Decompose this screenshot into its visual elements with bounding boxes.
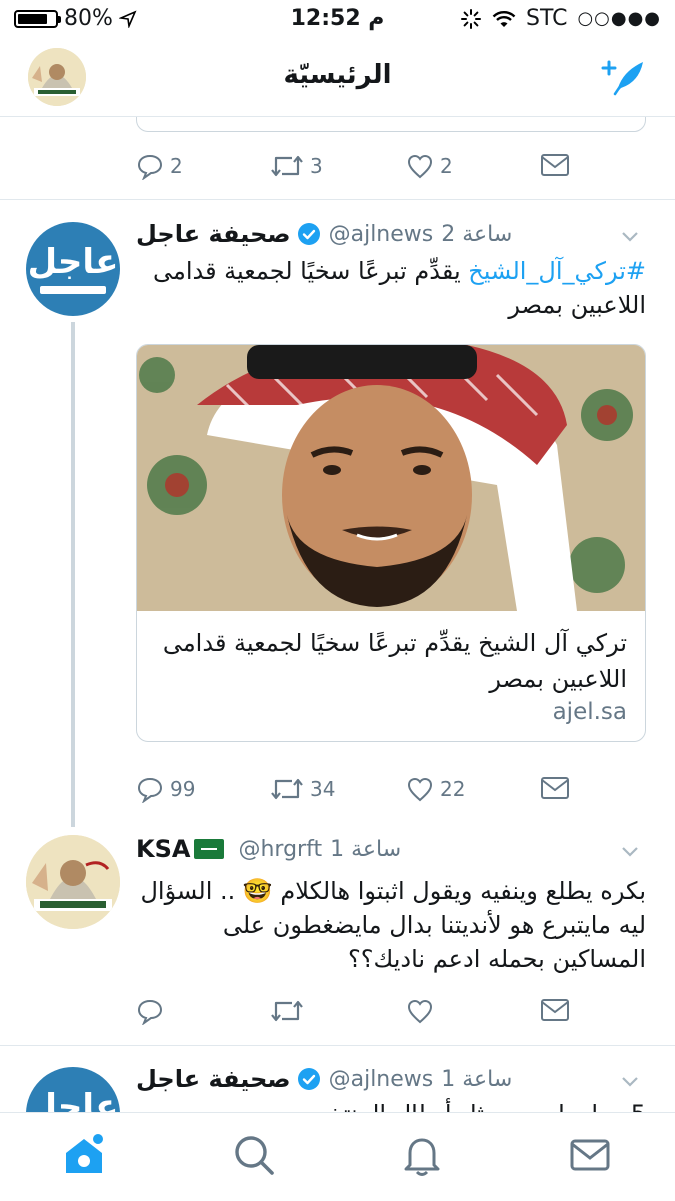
retweet-button[interactable]: 34 bbox=[270, 775, 335, 803]
retweet-button[interactable] bbox=[270, 997, 304, 1025]
display-name[interactable]: KSA bbox=[136, 835, 190, 863]
heart-icon bbox=[407, 999, 433, 1024]
reply-count: 2 bbox=[170, 154, 183, 178]
username[interactable]: @ajlnews bbox=[329, 1067, 434, 1092]
heart-icon bbox=[407, 777, 433, 802]
direct-message-button[interactable] bbox=[540, 997, 570, 1023]
previous-tweet-actions: 2 3 2 bbox=[136, 152, 576, 186]
like-count: 22 bbox=[440, 777, 466, 801]
hashtag-link[interactable]: #تركي_آل_الشيخ bbox=[468, 257, 646, 285]
reply-count: 99 bbox=[170, 777, 196, 801]
username[interactable]: @ajlnews bbox=[329, 222, 434, 247]
thread-line bbox=[71, 322, 75, 827]
notifications-icon[interactable] bbox=[398, 1131, 446, 1179]
card-domain: ajel.sa bbox=[552, 699, 627, 725]
tweet-actions: 99 34 22 bbox=[136, 775, 576, 809]
activity-spinner-icon bbox=[460, 8, 481, 29]
direct-message-button[interactable] bbox=[540, 152, 570, 178]
tweet-text: #تركي_آل_الشيخ يقدِّم تبرعًا سخيًا لجمعي… bbox=[136, 254, 646, 322]
tweet-header: صحيفة عاجل @ajlnews 2 ساعة bbox=[136, 217, 641, 251]
reply-button[interactable]: 2 bbox=[136, 152, 183, 180]
tweet-text: 5 معلومات ... مثل أبطال المنتخب bbox=[136, 1097, 646, 1112]
tweet-time[interactable]: 1 ساعة bbox=[441, 1067, 512, 1092]
ajel-logo-text: عاجل bbox=[27, 1087, 119, 1112]
retweet-icon bbox=[271, 778, 303, 800]
wifi-icon bbox=[492, 10, 516, 27]
reply-button[interactable] bbox=[136, 997, 164, 1025]
card-title: تركي آل الشيخ يقدِّم تبرعًا سخيًا لجمعية… bbox=[162, 629, 627, 693]
page-title: الرئيسيّة bbox=[283, 60, 392, 90]
messages-icon[interactable] bbox=[566, 1131, 614, 1179]
retweet-count: 3 bbox=[310, 154, 323, 178]
saudi-flag-icon bbox=[194, 839, 225, 859]
like-count: 2 bbox=[440, 154, 453, 178]
chevron-down-icon[interactable] bbox=[619, 225, 641, 247]
tweet-time[interactable]: 1 ساعة bbox=[330, 837, 401, 862]
like-button[interactable]: 22 bbox=[406, 775, 465, 803]
retweet-icon bbox=[271, 1000, 303, 1022]
retweet-icon bbox=[271, 155, 303, 177]
king-portrait-image bbox=[26, 835, 120, 929]
previous-tweet-media[interactable] bbox=[136, 117, 646, 132]
home-icon[interactable] bbox=[60, 1131, 108, 1179]
signal-strength: ○○●●● bbox=[577, 8, 661, 29]
ajel-avatar[interactable]: عاجل bbox=[26, 1067, 120, 1112]
ajel-logo-text: عاجل bbox=[27, 242, 119, 282]
retweet-button[interactable]: 3 bbox=[270, 152, 323, 180]
display-name[interactable]: صحيفة عاجل bbox=[136, 1065, 291, 1093]
display-name[interactable]: صحيفة عاجل bbox=[136, 220, 291, 248]
chevron-down-icon[interactable] bbox=[619, 1070, 641, 1092]
reply-icon bbox=[137, 777, 163, 803]
status-bar: 80% 12:52 م STC ○○●●● bbox=[0, 0, 675, 38]
search-icon[interactable] bbox=[230, 1131, 278, 1179]
tweet-header: KSA @hrgrft 1 ساعة bbox=[136, 832, 641, 866]
envelope-icon bbox=[541, 777, 569, 799]
chevron-down-icon[interactable] bbox=[619, 840, 641, 862]
compose-tweet-icon[interactable] bbox=[599, 52, 649, 102]
network-indicators: STC ○○●●● bbox=[460, 6, 661, 31]
direct-message-button[interactable] bbox=[540, 775, 570, 801]
like-button[interactable] bbox=[406, 997, 434, 1025]
carrier-name: STC bbox=[525, 6, 568, 31]
tweet-separator bbox=[0, 1045, 675, 1046]
envelope-icon bbox=[541, 154, 569, 176]
envelope-icon bbox=[541, 999, 569, 1021]
tweet-header: صحيفة عاجل @ajlnews 1 ساعة bbox=[136, 1062, 641, 1096]
heart-icon bbox=[407, 154, 433, 179]
reply-icon bbox=[137, 999, 163, 1025]
ajel-avatar[interactable]: عاجل bbox=[26, 222, 120, 316]
retweet-count: 34 bbox=[310, 777, 336, 801]
link-preview-card[interactable]: تركي آل الشيخ يقدِّم تبرعًا سخيًا لجمعية… bbox=[136, 344, 646, 742]
tweet-text: بكره يطلع وينفيه ويقول اثبتوا هالكلام 🤓 … bbox=[140, 877, 646, 973]
ajel-logo-subtitle-bar bbox=[40, 286, 106, 294]
navigation-bar: الرئيسيّة bbox=[0, 38, 675, 117]
reply-icon bbox=[137, 154, 163, 180]
username[interactable]: @hrgrft bbox=[238, 837, 322, 862]
verified-badge-icon bbox=[297, 223, 320, 245]
ksa-avatar[interactable] bbox=[26, 835, 120, 929]
timeline[interactable]: 2 3 2 عاجل صحيفة عاجل @ajlnews 2 ساعة #ت… bbox=[0, 117, 675, 1112]
tweet-time[interactable]: 2 ساعة bbox=[441, 222, 512, 247]
tab-bar bbox=[0, 1112, 675, 1201]
verified-badge-icon bbox=[297, 1068, 320, 1090]
tweet-separator bbox=[0, 199, 675, 200]
tweet-actions bbox=[136, 997, 576, 1031]
article-photo bbox=[137, 345, 645, 611]
like-button[interactable]: 2 bbox=[406, 152, 453, 180]
reply-button[interactable]: 99 bbox=[136, 775, 195, 803]
